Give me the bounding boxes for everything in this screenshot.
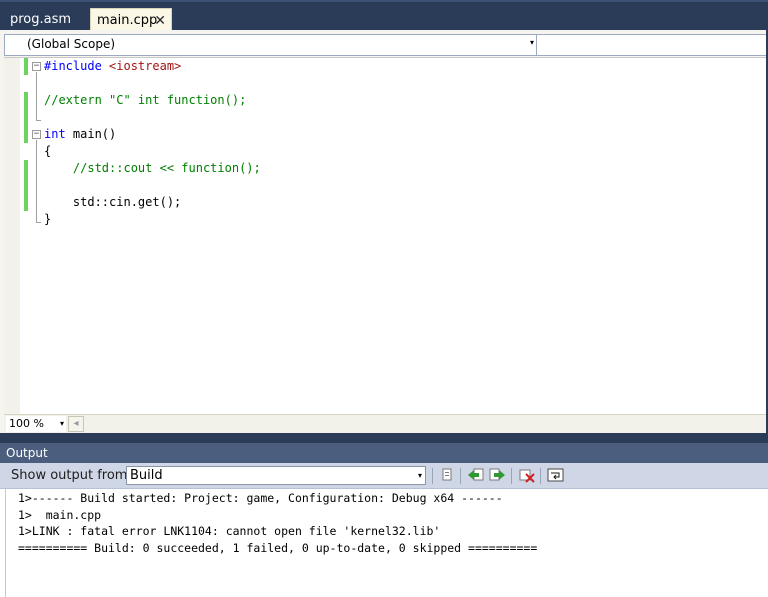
code-line: int main() — [44, 126, 116, 143]
output-line: 1> main.cpp — [18, 507, 102, 522]
tab-label: prog.asm — [10, 12, 72, 27]
code-line: } — [44, 211, 51, 228]
next-message-icon[interactable] — [488, 467, 506, 485]
output-panel: Output Show output from: Build ▾ 1>-----… — [0, 443, 768, 597]
output-line: 1>LINK : fatal error LNK1104: cannot ope… — [18, 524, 441, 538]
chevron-down-icon: ▾ — [417, 471, 422, 480]
output-title: Output — [0, 443, 768, 463]
navigation-bar: (Global Scope) ▾ — [4, 34, 768, 56]
panel-splitter[interactable] — [0, 433, 768, 443]
output-line: ========== Build: 0 succeeded, 1 failed,… — [18, 540, 538, 555]
code-line: std::cin.get(); — [44, 194, 181, 211]
toolbar-separator — [540, 468, 541, 484]
change-marker — [24, 126, 28, 143]
code-token: } — [44, 212, 52, 226]
zoom-dropdown[interactable]: 100 % ▾ — [6, 416, 66, 432]
code-token: #include — [44, 59, 110, 73]
tab-label: main.cpp — [97, 13, 158, 28]
zoom-value: 100 % — [9, 417, 44, 430]
code-token: <iostream> — [109, 59, 182, 73]
scope-dropdown[interactable]: (Global Scope) ▾ — [5, 35, 537, 55]
code-line: //std::cout << function(); — [44, 160, 261, 177]
member-dropdown[interactable] — [538, 35, 767, 55]
word-wrap-icon[interactable] — [547, 467, 565, 485]
code-token: int — [44, 127, 66, 141]
fold-guide — [36, 72, 37, 120]
scope-value: (Global Scope) — [27, 37, 116, 51]
chevron-down-icon: ▾ — [59, 419, 64, 428]
output-text-area[interactable]: 1>------ Build started: Project: game, C… — [5, 489, 768, 597]
code-line: { — [44, 143, 51, 160]
code-token: //extern "C" int function(); — [44, 93, 247, 107]
fold-guide-end — [36, 120, 41, 121]
code-token: //std::cout << function(); — [44, 161, 261, 175]
fold-guide-end — [36, 222, 41, 223]
prev-message-icon[interactable] — [467, 467, 485, 485]
code-line: //extern "C" int function(); — [44, 92, 246, 109]
scroll-left-icon[interactable]: ◂ — [68, 416, 84, 432]
toolbar-separator — [511, 468, 512, 484]
code-text-area[interactable]: − − #include <iostream> //extern "C" int … — [4, 57, 768, 416]
output-source-value: Build — [130, 468, 163, 483]
code-token: main() — [65, 127, 117, 141]
change-marker — [24, 58, 28, 75]
clear-all-icon[interactable] — [518, 467, 536, 485]
editor-status-bar: 100 % ▾ ◂ — [4, 414, 768, 433]
change-marker — [24, 92, 28, 126]
output-toolbar: Show output from: Build ▾ — [0, 463, 768, 489]
collapse-icon[interactable]: − — [32, 62, 41, 71]
fold-guide — [36, 140, 37, 222]
tab-prog-asm[interactable]: prog.asm — [4, 8, 77, 32]
toolbar-separator — [432, 468, 433, 484]
tab-main-cpp[interactable]: main.cpp ✕ — [90, 8, 172, 32]
indicator-margin — [4, 58, 20, 416]
change-marker — [24, 160, 28, 211]
output-line: 1>------ Build started: Project: game, C… — [18, 491, 503, 505]
code-token: std::cin.get(); — [44, 195, 182, 209]
code-editor: (Global Scope) ▾ − − #include <iostream>… — [0, 30, 768, 433]
output-source-dropdown[interactable]: Build ▾ — [126, 466, 426, 485]
chevron-down-icon: ▾ — [529, 38, 534, 47]
show-output-label: Show output from: — [11, 468, 132, 483]
code-line: #include <iostream> — [44, 58, 181, 75]
toolbar-separator — [460, 468, 461, 484]
document-tab-strip: prog.asm main.cpp ✕ — [0, 0, 768, 32]
find-icon[interactable] — [439, 467, 457, 485]
code-token: { — [44, 144, 52, 158]
collapse-icon[interactable]: − — [32, 130, 41, 139]
